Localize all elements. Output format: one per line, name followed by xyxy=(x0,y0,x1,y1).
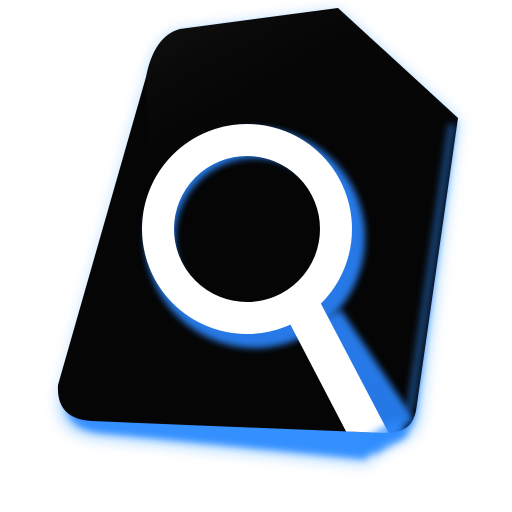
file-search-icon xyxy=(57,8,459,464)
app-icon-canvas xyxy=(0,0,512,512)
